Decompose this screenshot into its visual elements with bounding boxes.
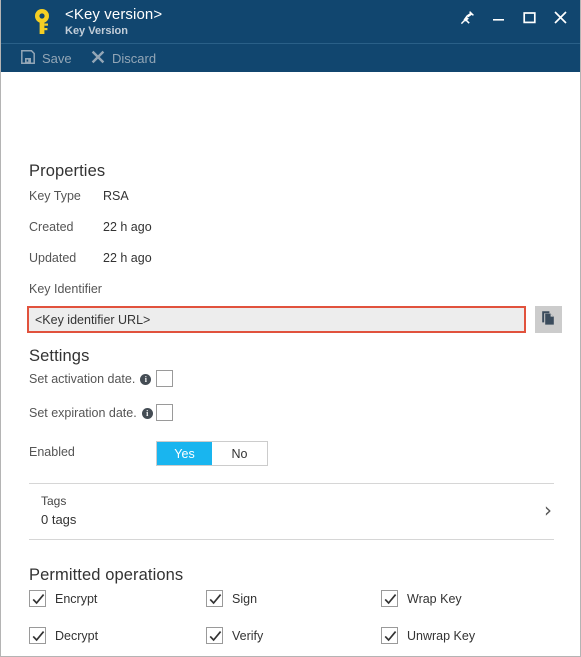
content-pane: Properties Key Type RSA Created 22 h ago… [1,72,580,656]
checkbox-checked-icon [29,590,46,607]
updated-value: 22 h ago [103,251,152,265]
key-version-window: <Key version> Key Version Save Discard P… [0,0,581,657]
copy-pages-icon [541,310,556,329]
command-bar: Save Discard [1,43,580,72]
discard-label: Discard [112,50,157,66]
properties-heading: Properties [29,162,106,180]
operation-encrypt[interactable]: Encrypt [29,590,97,607]
operation-label: Sign [232,591,258,606]
window-controls [452,4,576,31]
info-icon[interactable]: i [141,407,153,419]
title-bar: <Key version> Key Version [1,0,580,43]
operation-label: Unwrap Key [407,628,476,643]
save-label: Save [42,50,72,66]
operation-label: Encrypt [55,591,98,606]
checkbox-checked-icon [29,627,46,644]
activation-date-text: Set activation date. [29,372,136,386]
copy-button[interactable] [535,306,562,333]
enabled-toggle: Yes No [156,441,268,466]
checkbox-checked-icon [206,590,223,607]
enabled-no-option[interactable]: No [212,442,267,465]
window-title: <Key version> [65,6,163,23]
pin-icon[interactable] [452,4,483,31]
enabled-yes-option[interactable]: Yes [157,442,212,465]
expiration-date-label: Set expiration date. i [29,406,153,420]
window-subtitle: Key Version [65,25,128,37]
tags-title: Tags [41,494,67,508]
permitted-operations-heading: Permitted operations [29,566,184,584]
operation-label: Verify [232,628,264,643]
key-identifier-input[interactable] [27,306,526,333]
key-icon [31,8,57,36]
tags-row[interactable]: Tags 0 tags › [29,484,554,539]
expiration-date-checkbox[interactable] [156,404,173,421]
close-icon[interactable] [545,4,576,31]
updated-label: Updated [29,251,77,265]
key-type-label: Key Type [29,189,81,203]
created-label: Created [29,220,74,234]
key-identifier-label: Key Identifier [29,282,102,296]
maximize-icon[interactable] [514,4,545,31]
expiration-date-text: Set expiration date. [29,406,137,420]
checkbox-checked-icon [381,627,398,644]
operation-verify[interactable]: Verify [206,627,263,644]
tags-divider-bottom [29,539,554,540]
save-disk-icon [21,49,35,67]
operation-wrap-key[interactable]: Wrap Key [381,590,462,607]
save-button[interactable]: Save [21,44,72,72]
cross-icon [91,50,105,67]
checkbox-checked-icon [381,590,398,607]
activation-date-label: Set activation date. i [29,372,152,386]
operation-label: Decrypt [55,628,99,643]
operation-decrypt[interactable]: Decrypt [29,627,98,644]
enabled-label: Enabled [29,445,75,459]
chevron-right-icon: › [544,498,552,522]
operation-unwrap-key[interactable]: Unwrap Key [381,627,475,644]
activation-date-checkbox[interactable] [156,370,173,387]
created-value: 22 h ago [103,220,152,234]
key-identifier-row [27,306,562,333]
operation-sign[interactable]: Sign [206,590,257,607]
info-icon[interactable]: i [140,373,152,385]
checkbox-checked-icon [206,627,223,644]
tags-count: 0 tags [41,512,77,527]
minimize-icon[interactable] [483,4,514,31]
operation-label: Wrap Key [407,591,462,606]
discard-button[interactable]: Discard [91,44,156,72]
settings-heading: Settings [29,347,90,365]
key-type-value: RSA [103,189,129,203]
